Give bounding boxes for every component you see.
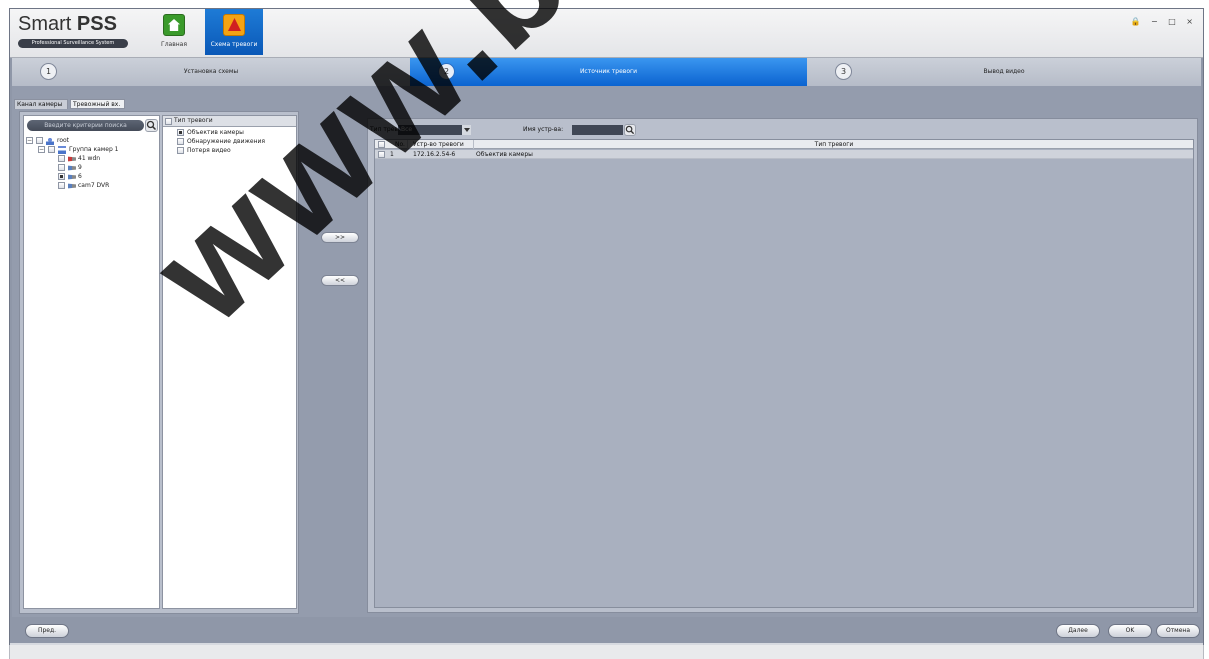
tree-node-label: root xyxy=(57,137,70,144)
home-icon xyxy=(163,14,185,36)
alarm-type-label: Обнаружение движения xyxy=(187,138,266,145)
device-tree: − root − Группа камер 1 41 wdn xyxy=(23,115,160,609)
tab-alarm-input[interactable]: Тревожный вх. xyxy=(70,99,125,109)
column-header-type[interactable]: Тип тревоги xyxy=(475,140,1193,149)
collapse-icon[interactable]: − xyxy=(26,137,33,144)
window-controls[interactable]: 🔒 − □ × xyxy=(1130,17,1197,26)
step-1-label: Установка схемы xyxy=(183,68,239,75)
tree-node-label: Группа камер 1 xyxy=(69,146,119,153)
row-type: Объектив камеры xyxy=(476,151,533,158)
tree-checkbox[interactable] xyxy=(36,137,43,144)
alarm-type-label: Потеря видео xyxy=(187,147,231,154)
alarm-type-list: Тип тревоги Объектив камеры Обнаружение … xyxy=(162,115,297,609)
prev-button[interactable]: Пред. xyxy=(25,624,69,638)
alarm-type-checkbox[interactable] xyxy=(177,129,184,136)
device-name-input[interactable] xyxy=(572,125,623,135)
tree-search-input[interactable] xyxy=(27,120,144,131)
row-no: 1 xyxy=(390,151,394,158)
tree-node-label: 9 xyxy=(78,164,82,171)
alarm-type-all-checkbox[interactable] xyxy=(165,118,172,125)
tree-checkbox[interactable] xyxy=(58,164,65,171)
step-2-label: Источник тревоги xyxy=(579,68,638,75)
content-area: Канал камеры Тревожный вх. − root − xyxy=(12,86,1201,617)
alarm-type-select[interactable]: Все xyxy=(398,125,471,135)
remove-source-button[interactable]: << xyxy=(321,275,359,286)
search-icon[interactable] xyxy=(145,119,158,132)
alarm-warning-icon xyxy=(223,14,245,36)
next-button[interactable]: Далее xyxy=(1056,624,1100,638)
camera-icon xyxy=(68,174,76,180)
row-device: 172.16.2.54-6 xyxy=(413,151,456,158)
logo-text-light: Smart xyxy=(18,13,77,35)
tree-checkbox[interactable] xyxy=(58,173,65,180)
tree-node-label: 6 xyxy=(78,173,82,180)
nav-home-label: Главная xyxy=(161,41,187,48)
root-icon xyxy=(46,137,54,145)
camera-icon xyxy=(68,183,76,189)
tree-checkbox[interactable] xyxy=(48,146,55,153)
step-3[interactable]: 3 Вывод видео xyxy=(807,58,1201,86)
search-icon[interactable] xyxy=(624,124,636,136)
column-header-no[interactable]: No. xyxy=(395,140,408,149)
status-footer xyxy=(9,645,1204,659)
tree-node-label: 41 wdn xyxy=(78,155,101,162)
wizard-steps: 1 Установка схемы 2 Источник тревоги 3 В… xyxy=(12,58,1201,86)
camera-offline-icon xyxy=(68,156,76,162)
alarm-type-header-label: Тип тревоги xyxy=(174,117,213,124)
nav-alarm-label: Схема тревоги xyxy=(210,41,258,48)
source-selection-panel: − root − Группа камер 1 41 wdn xyxy=(19,111,299,614)
table-header: No. Устр-во тревоги Тип тревоги xyxy=(375,140,1193,149)
add-source-button[interactable]: >> xyxy=(321,232,359,243)
camera-icon xyxy=(68,165,76,171)
tab-camera-channel[interactable]: Канал камеры xyxy=(14,99,68,109)
alarm-type-checkbox[interactable] xyxy=(177,147,184,154)
step-1[interactable]: 1 Установка схемы xyxy=(12,58,410,86)
select-all-checkbox[interactable] xyxy=(378,141,385,148)
filter-row: Тип тревоги Все Имя устр-ва: xyxy=(368,124,1197,136)
app-window: Smart PSS Professional Surveillance Syst… xyxy=(9,8,1204,646)
group-icon xyxy=(58,146,66,154)
tree-search-wrap xyxy=(27,120,144,131)
step-3-label: Вывод видео xyxy=(983,68,1025,75)
row-checkbox[interactable] xyxy=(378,151,385,158)
nav-alarm-scheme-button[interactable]: Схема тревоги xyxy=(205,9,263,55)
ok-button[interactable]: OK xyxy=(1108,624,1152,638)
tree-node-label: cam7 DVR xyxy=(78,182,110,189)
step-2-active[interactable]: 2 Источник тревоги xyxy=(410,58,807,86)
table-row[interactable]: 1 172.16.2.54-6 Объектив камеры xyxy=(375,150,1193,159)
alarm-type-checkbox[interactable] xyxy=(177,138,184,145)
tree-checkbox[interactable] xyxy=(58,155,65,162)
nav-home-button[interactable]: Главная xyxy=(151,9,197,55)
device-name-label: Имя устр-ва: xyxy=(523,126,564,133)
collapse-icon[interactable]: − xyxy=(38,146,45,153)
alarm-type-select-value: Все xyxy=(401,126,413,133)
selected-sources-panel: Тип тревоги Все Имя устр-ва: No. Устр-во… xyxy=(367,118,1198,613)
alarm-type-label: Объектив камеры xyxy=(187,129,244,136)
logo-tagline: Professional Surveillance System xyxy=(18,39,128,48)
alarm-source-table: No. Устр-во тревоги Тип тревоги 1 172.16… xyxy=(374,139,1194,608)
tree-checkbox[interactable] xyxy=(58,182,65,189)
alarm-type-header: Тип тревоги xyxy=(163,116,296,127)
chevron-down-icon[interactable] xyxy=(462,125,471,135)
title-bar: Smart PSS Professional Surveillance Syst… xyxy=(10,9,1203,58)
cancel-button[interactable]: Отмена xyxy=(1156,624,1200,638)
logo-text-bold: PSS xyxy=(76,13,117,35)
column-header-device[interactable]: Устр-во тревоги xyxy=(411,140,474,149)
